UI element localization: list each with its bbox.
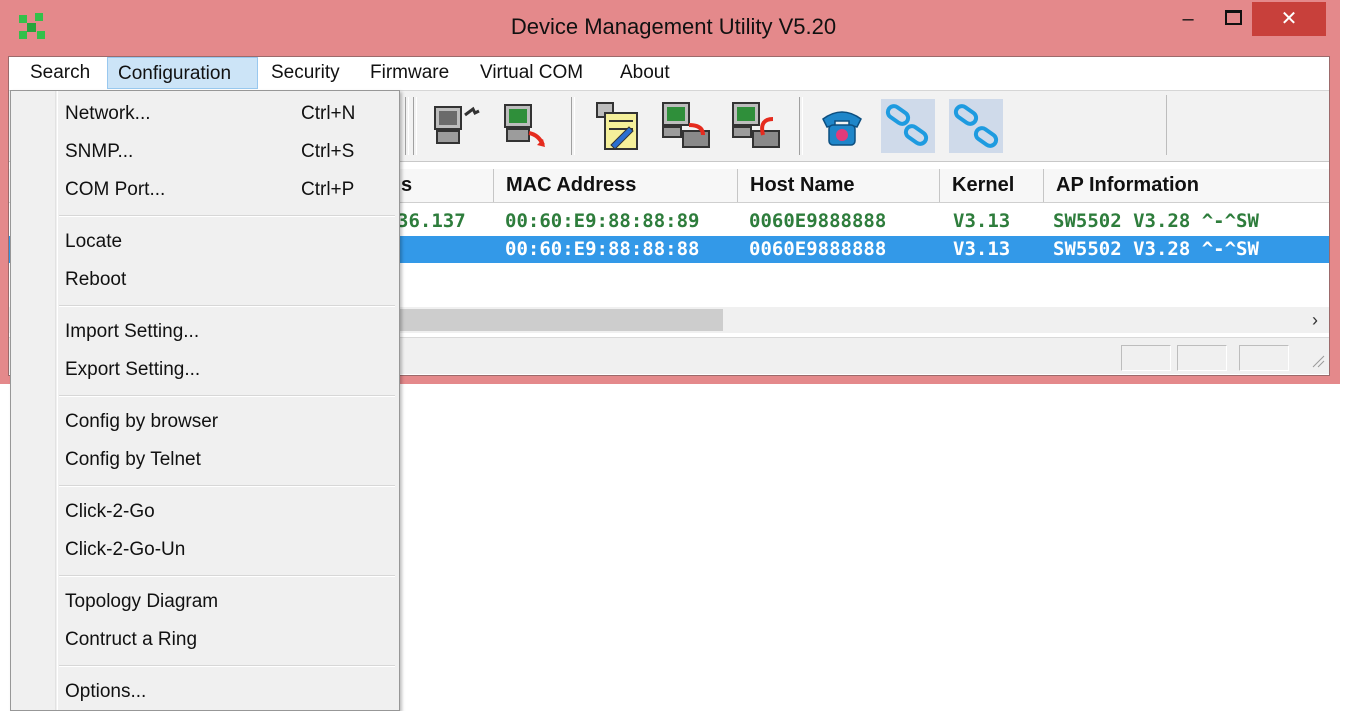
cell-ip: 36.137 xyxy=(397,210,466,232)
menu-separator xyxy=(59,575,395,577)
menu-item-config-by-browser[interactable]: Config by browser xyxy=(11,404,399,440)
menu-item-shortcut: Ctrl+P xyxy=(301,179,355,200)
menu-item-label: COM Port... xyxy=(65,179,166,200)
search-device-icon[interactable] xyxy=(429,99,483,153)
minimize-button[interactable]: – xyxy=(1170,2,1206,36)
menu-item-shortcut: Ctrl+N xyxy=(301,103,356,124)
menu-firmware[interactable]: Firmware xyxy=(370,57,449,89)
cell-mac-address: 00:60:E9:88:88:89 xyxy=(505,210,700,232)
title-bar[interactable]: Device Management Utility V5.20 – ✕ xyxy=(0,0,1340,56)
menu-separator xyxy=(59,395,395,397)
toolbar-end-separator xyxy=(1166,95,1169,155)
cell-host-name: 0060E9888888 xyxy=(749,238,887,260)
status-panel xyxy=(1121,345,1171,371)
status-panel xyxy=(1239,345,1289,371)
resize-grip-icon[interactable] xyxy=(1311,352,1325,368)
menu-separator xyxy=(59,305,395,307)
menu-item-reboot[interactable]: Reboot xyxy=(11,262,399,298)
menu-security[interactable]: Security xyxy=(271,57,340,89)
menu-item-construct-ring[interactable]: Contruct a Ring xyxy=(11,622,399,658)
column-header-ap-information[interactable]: AP Information xyxy=(1043,169,1329,202)
menu-item-export-setting[interactable]: Export Setting... xyxy=(11,352,399,388)
toolbar-separator xyxy=(405,97,409,155)
menu-item-label: Locate xyxy=(65,231,123,252)
menu-item-click-2-go[interactable]: Click-2-Go xyxy=(11,494,399,530)
menu-item-topology-diagram[interactable]: Topology Diagram xyxy=(11,584,399,620)
menu-about[interactable]: About xyxy=(620,57,670,89)
menu-item-label: Import Setting... xyxy=(65,321,200,342)
column-header-ip[interactable]: s xyxy=(389,169,493,202)
menu-item-label: Export Setting... xyxy=(65,359,201,380)
menu-item-label: Network... xyxy=(65,103,151,124)
menu-configuration[interactable]: Configuration xyxy=(107,57,258,89)
scroll-right-arrow-icon[interactable]: › xyxy=(1305,307,1325,333)
toolbar-separator xyxy=(413,97,417,155)
toolbar-separator xyxy=(571,97,575,155)
upload-firmware-icon[interactable] xyxy=(659,99,713,153)
menu-item-network[interactable]: Network... Ctrl+N xyxy=(11,96,399,132)
column-header-host-name[interactable]: Host Name xyxy=(737,169,939,202)
column-header-mac-address[interactable]: MAC Address xyxy=(493,169,737,202)
menu-item-label: Config by browser xyxy=(65,411,219,432)
menu-separator xyxy=(59,215,395,217)
cell-kernel: V3.13 xyxy=(953,238,1011,260)
menu-search[interactable]: Search xyxy=(21,57,101,89)
menu-item-label: Reboot xyxy=(65,269,127,290)
window-title: Device Management Utility V5.20 xyxy=(510,14,837,39)
unlink-icon[interactable] xyxy=(949,99,1003,153)
column-header-kernel[interactable]: Kernel xyxy=(939,169,1043,202)
cell-ap-information: SW5502 V3.28 ^-^SW xyxy=(1053,238,1259,260)
config-edit-icon[interactable] xyxy=(591,99,645,153)
menu-separator xyxy=(59,485,395,487)
toolbar-separator xyxy=(799,97,803,155)
configuration-dropdown-menu: Network... Ctrl+N SNMP... Ctrl+S COM Por… xyxy=(10,90,400,711)
menu-item-locate[interactable]: Locate xyxy=(11,224,399,260)
menu-item-label: Topology Diagram xyxy=(65,591,219,612)
maximize-icon xyxy=(1224,10,1242,25)
telephone-icon[interactable] xyxy=(815,99,869,153)
menu-virtual-com[interactable]: Virtual COM xyxy=(480,57,583,89)
menu-bar: Search Configuration Security Firmware V… xyxy=(9,57,1329,89)
close-icon: ✕ xyxy=(1280,8,1298,30)
scrollbar-thumb[interactable] xyxy=(389,309,723,331)
cell-host-name: 0060E9888888 xyxy=(749,210,887,232)
close-button[interactable]: ✕ xyxy=(1252,2,1326,36)
menu-item-com-port[interactable]: COM Port... Ctrl+P xyxy=(11,172,399,208)
cell-mac-address: 00:60:E9:88:88:88 xyxy=(505,238,700,260)
menu-item-label: Contruct a Ring xyxy=(65,629,198,650)
menu-item-label: Click-2-Go-Un xyxy=(65,539,186,560)
menu-item-label: Click-2-Go xyxy=(65,501,155,522)
menu-separator xyxy=(59,665,395,667)
status-panel xyxy=(1177,345,1227,371)
menu-item-options[interactable]: Options... xyxy=(11,674,399,710)
menu-item-click-2-go-un[interactable]: Click-2-Go-Un xyxy=(11,532,399,568)
menu-item-label: SNMP... xyxy=(65,141,134,162)
menu-item-shortcut: Ctrl+S xyxy=(301,141,355,162)
menu-item-label: Config by Telnet xyxy=(65,449,201,470)
menu-item-label: Options... xyxy=(65,681,147,702)
menu-item-config-by-telnet[interactable]: Config by Telnet xyxy=(11,442,399,478)
download-firmware-icon[interactable] xyxy=(729,99,783,153)
menu-item-snmp[interactable]: SNMP... Ctrl+S xyxy=(11,134,399,170)
link-icon[interactable] xyxy=(881,99,935,153)
maximize-button[interactable] xyxy=(1215,2,1251,36)
cell-kernel: V3.13 xyxy=(953,210,1011,232)
menu-item-import-setting[interactable]: Import Setting... xyxy=(11,314,399,350)
reply-device-icon[interactable] xyxy=(499,99,553,153)
cell-ap-information: SW5502 V3.28 ^-^SW xyxy=(1053,210,1259,232)
